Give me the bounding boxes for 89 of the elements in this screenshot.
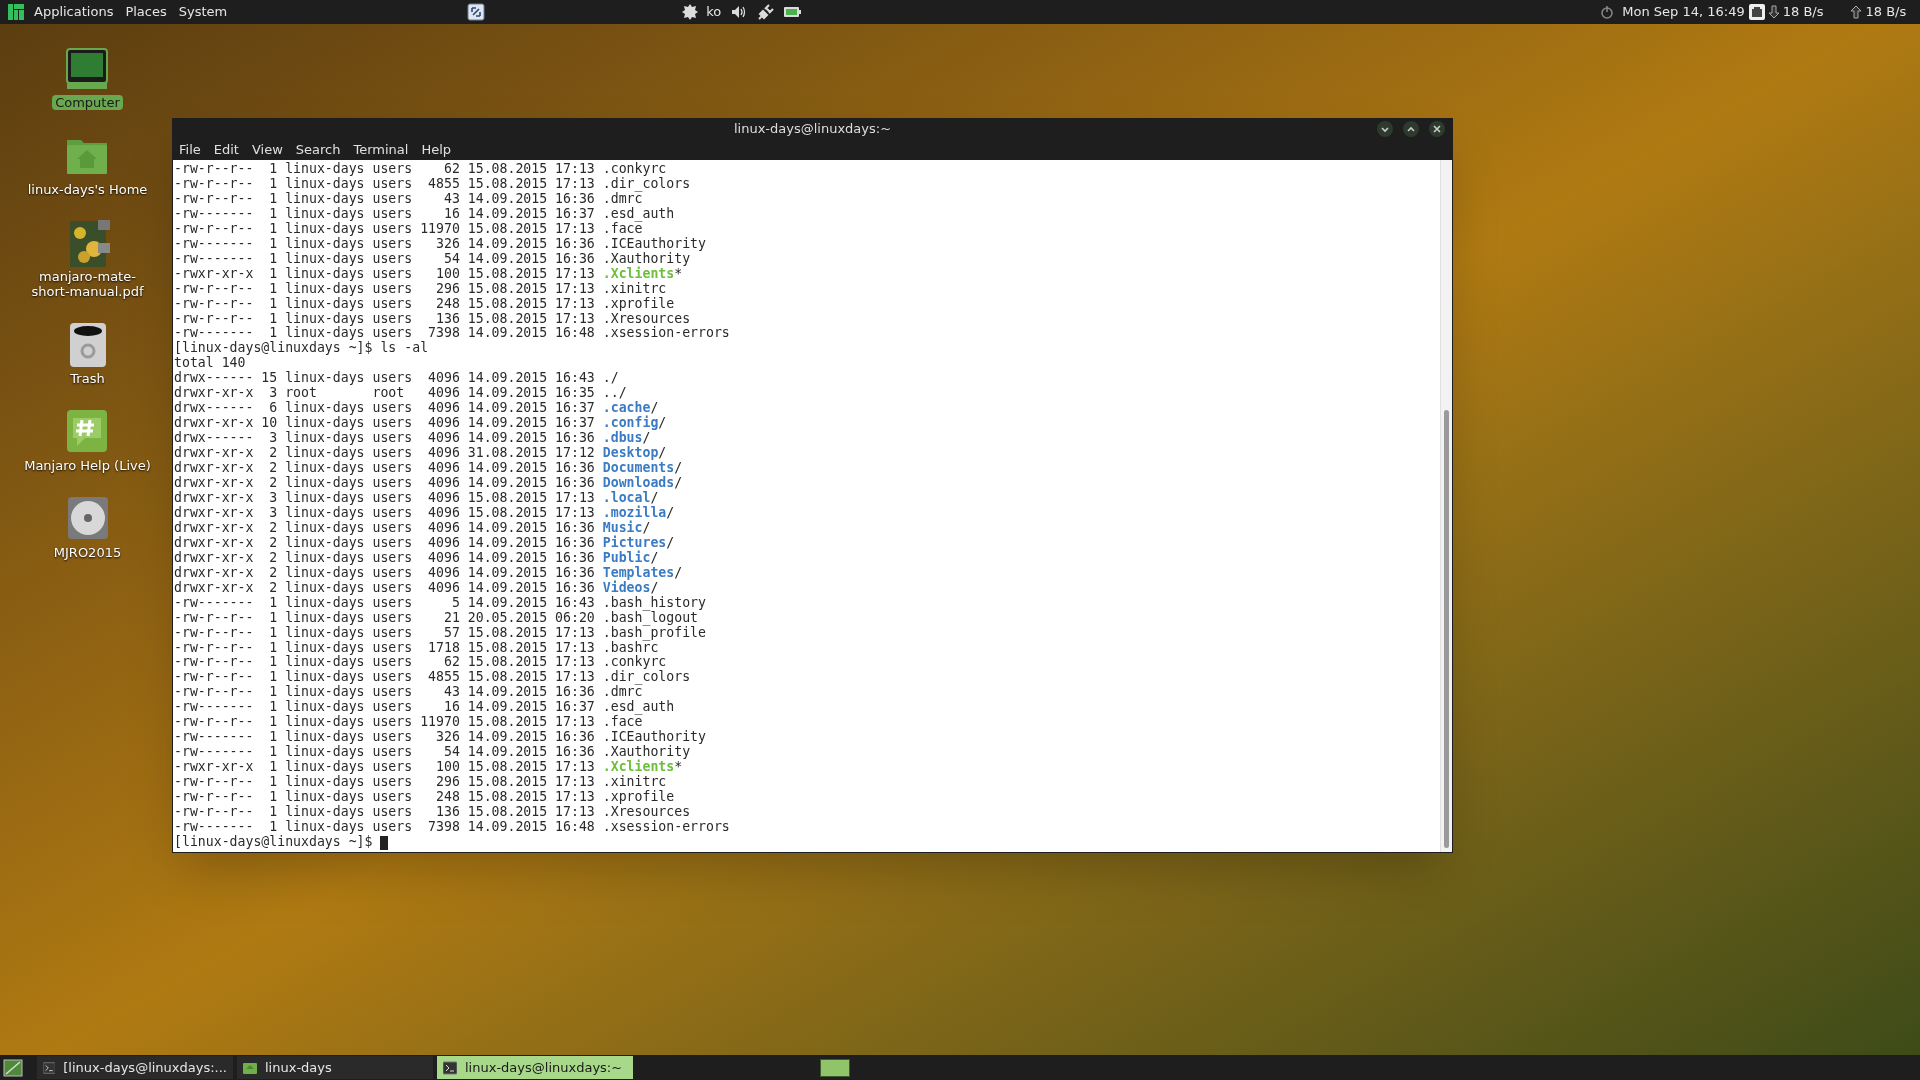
terminal-line: -rw-r--r-- 1 linux-days users 4855 15.08.2015 17:13 .dir_colors <box>174 176 691 192</box>
terminal-line: drwxr-xr-x 10 linux-days users 4096 14.09.2015 16:37 .config/ <box>174 416 667 431</box>
terminal-line: -rw-r--r-- 1 linux-days users 21 20.05.2015 06:20 .bash_logout <box>174 610 699 626</box>
terminal-line: [linux-days@linuxdays ~]$ ls -al <box>174 341 429 357</box>
taskbar-button[interactable]: linux-days@linuxdays:~ <box>437 1056 633 1079</box>
terminal-line: -rwxr-xr-x 1 linux-days users 100 15.08.2015 17:13 .Xclients* <box>174 266 683 282</box>
terminal-line: drwxr-xr-x 3 linux-days users 4096 15.08.2015 17:13 .local/ <box>174 490 659 505</box>
download-rate: 18 B/s <box>1782 3 1824 22</box>
terminal-line: -rw-r--r-- 1 linux-days users 248 15.08.2015 17:13 .xprofile <box>174 790 675 805</box>
terminal-line: drwxr-xr-x 2 linux-days users 4096 14.09.2015 16:36 Videos/ <box>174 580 659 596</box>
upload-arrow-icon <box>1851 5 1862 19</box>
terminal-line: -rw-r--r-- 1 linux-days users 296 15.08.2015 17:13 .xinitrc <box>174 281 667 297</box>
terminal-line: -rw-r--r-- 1 linux-days users 136 15.08.2015 17:13 .Xresources <box>174 805 691 820</box>
battery-icon[interactable] <box>783 5 802 19</box>
terminal-line: drwxr-xr-x 2 linux-days users 4096 14.09.2015 16:36 Pictures/ <box>174 535 675 550</box>
desktop-icon-label[interactable]: Trash <box>67 371 108 386</box>
panel-menu[interactable]: System <box>178 2 228 22</box>
close-button[interactable] <box>1429 121 1445 137</box>
workspace-switcher[interactable] <box>820 1058 850 1077</box>
terminal-line: drwxr-xr-x 2 linux-days users 4096 14.09.2015 16:36 Public/ <box>174 550 659 566</box>
terminal-line: -rw-r--r-- 1 linux-days users 4855 15.08.2015 17:13 .dir_colors <box>174 670 691 686</box>
terminal-line: drwx------ 3 linux-days users 4096 14.09.2015 16:36 .dbus/ <box>174 431 651 446</box>
terminal-line: -rw-r--r-- 1 linux-days users 57 15.08.2015 17:13 .bash_profile <box>174 625 706 641</box>
maximize-button[interactable] <box>1403 121 1419 137</box>
window-title: linux-days@linuxdays:~ <box>733 120 892 139</box>
settings-icon[interactable] <box>681 3 700 21</box>
desktop-icon-label[interactable]: linux-days's Home <box>24 182 151 197</box>
terminal-line: -rw------- 1 linux-days users 7398 14.09.2015 16:48 .xsession-errors <box>174 819 730 835</box>
terminal-icon <box>43 1060 56 1075</box>
desktop-icon-label[interactable]: manjaro-mate-short-manual.pdf <box>22 269 153 299</box>
terminal-line: drwxr-xr-x 2 linux-days users 4096 14.09.2015 16:36 Documents/ <box>174 461 683 476</box>
terminal-line: -rw------- 1 linux-days users 326 14.09.2015 16:36 .ICEauthority <box>174 730 706 745</box>
menu-item[interactable]: View <box>251 140 283 160</box>
panel-menu[interactable]: Places <box>125 2 167 22</box>
desktop-icon-label[interactable]: Manjaro Help (Live) <box>21 458 154 473</box>
taskbar-button[interactable]: [linux-days@linuxdays:... <box>37 1056 233 1079</box>
screenshot-icon[interactable] <box>467 3 486 21</box>
desktop-icon-label[interactable]: Computer <box>52 95 123 110</box>
terminal-line: drwxr-xr-x 2 linux-days users 4096 14.09.2015 16:36 Downloads/ <box>174 476 683 491</box>
terminal-icon <box>443 1060 457 1075</box>
terminal-line: drwxr-xr-x 2 linux-days users 4096 14.09.2015 16:36 Templates/ <box>174 565 683 581</box>
power-icon[interactable] <box>1600 5 1615 19</box>
network-icon[interactable] <box>1748 4 1765 20</box>
terminal-line: drwxr-xr-x 2 linux-days users 4096 14.09.2015 16:36 Music/ <box>174 520 651 535</box>
terminal-line: -rw-r--r-- 1 linux-days users 62 15.08.2015 17:13 .conkyrc <box>174 655 667 671</box>
terminal-line: drwx------ 15 linux-days users 4096 14.09.2015 16:43 ./ <box>174 371 619 386</box>
terminal-line: -rw-r--r-- 1 linux-days users 248 15.08.2015 17:13 .xprofile <box>174 296 675 312</box>
terminal-line: -rw------- 1 linux-days users 326 14.09.2015 16:36 .ICEauthority <box>174 236 706 252</box>
menu-item[interactable]: Help <box>421 140 452 160</box>
terminal-line: -rw------- 1 linux-days users 7398 14.09.2015 16:48 .xsession-errors <box>174 326 730 342</box>
scrollbar-thumb[interactable] <box>1444 410 1449 848</box>
folder-icon <box>243 1060 257 1075</box>
terminal-line: [linux-days@linuxdays ~]$ <box>174 834 374 850</box>
terminal-line: total 140 <box>174 356 246 371</box>
terminal-line: drwx------ 6 linux-days users 4096 14.09.2015 16:37 .cache/ <box>174 401 659 416</box>
terminal-line: drwxr-xr-x 3 root root 4096 14.09.2015 16:35 ../ <box>174 386 627 401</box>
manjaro-logo-icon[interactable] <box>8 4 24 20</box>
desktop-icon-label[interactable]: MJRO2015 <box>50 545 125 560</box>
terminal-line: drwxr-xr-x 3 linux-days users 4096 15.08.2015 17:13 .mozilla/ <box>174 505 675 520</box>
terminal-line: -rwxr-xr-x 1 linux-days users 100 15.08.2015 17:13 .Xclients* <box>174 760 683 775</box>
terminal-line: -rw-r--r-- 1 linux-days users 43 14.09.2015 16:36 .dmrc <box>174 685 643 701</box>
show-desktop-icon[interactable] <box>3 1058 23 1077</box>
terminal-line: -rw------- 1 linux-days users 54 14.09.2015 16:36 .Xauthority <box>174 745 691 760</box>
terminal-line: -rw------- 1 linux-days users 5 14.09.2015 16:43 .bash_history <box>174 595 706 611</box>
menu-item[interactable]: Terminal <box>353 140 409 160</box>
keyboard-layout[interactable]: ko <box>706 2 722 22</box>
terminal-line: -rw-r--r-- 1 linux-days users 1718 15.08.2015 17:13 .bashrc <box>174 640 659 656</box>
plug-icon[interactable] <box>757 3 776 21</box>
terminal-line: -rw-r--r-- 1 linux-days users 296 15.08.2015 17:13 .xinitrc <box>174 775 667 790</box>
terminal-line: -rw-r--r-- 1 linux-days users 11970 15.08.2015 17:13 .face <box>174 715 643 731</box>
minimize-button[interactable] <box>1377 121 1393 137</box>
menu-item[interactable]: File <box>179 140 201 160</box>
terminal-line: -rw------- 1 linux-days users 16 14.09.2015 16:37 .esd_auth <box>174 700 675 716</box>
menu-item[interactable]: Search <box>295 140 341 160</box>
panel-menu[interactable]: Applications <box>34 2 114 22</box>
terminal-line: -rw-r--r-- 1 linux-days users 43 14.09.2015 16:36 .dmrc <box>174 191 643 207</box>
download-arrow-icon <box>1768 5 1779 19</box>
terminal-line: -rw------- 1 linux-days users 16 14.09.2015 16:37 .esd_auth <box>174 206 675 222</box>
terminal-line: -rw-r--r-- 1 linux-days users 62 15.08.2015 17:13 .conkyrc <box>174 162 667 177</box>
scrollbar[interactable] <box>1440 160 1452 852</box>
terminal-line: drwxr-xr-x 2 linux-days users 4096 31.08.2015 17:12 Desktop/ <box>174 446 667 461</box>
taskbar-button[interactable]: linux-days <box>237 1056 433 1079</box>
upload-rate: 18 B/s <box>1865 3 1907 22</box>
terminal-line: -rw------- 1 linux-days users 54 14.09.2015 16:36 .Xauthority <box>174 251 691 267</box>
terminal-line: -rw-r--r-- 1 linux-days users 11970 15.08.2015 17:13 .face <box>174 221 643 237</box>
terminal-line: -rw-r--r-- 1 linux-days users 136 15.08.2015 17:13 .Xresources <box>174 311 691 327</box>
menu-item[interactable]: Edit <box>213 140 239 160</box>
clock[interactable]: Mon Sep 14, 16:49 <box>1622 2 1745 22</box>
volume-icon[interactable] <box>731 4 748 20</box>
